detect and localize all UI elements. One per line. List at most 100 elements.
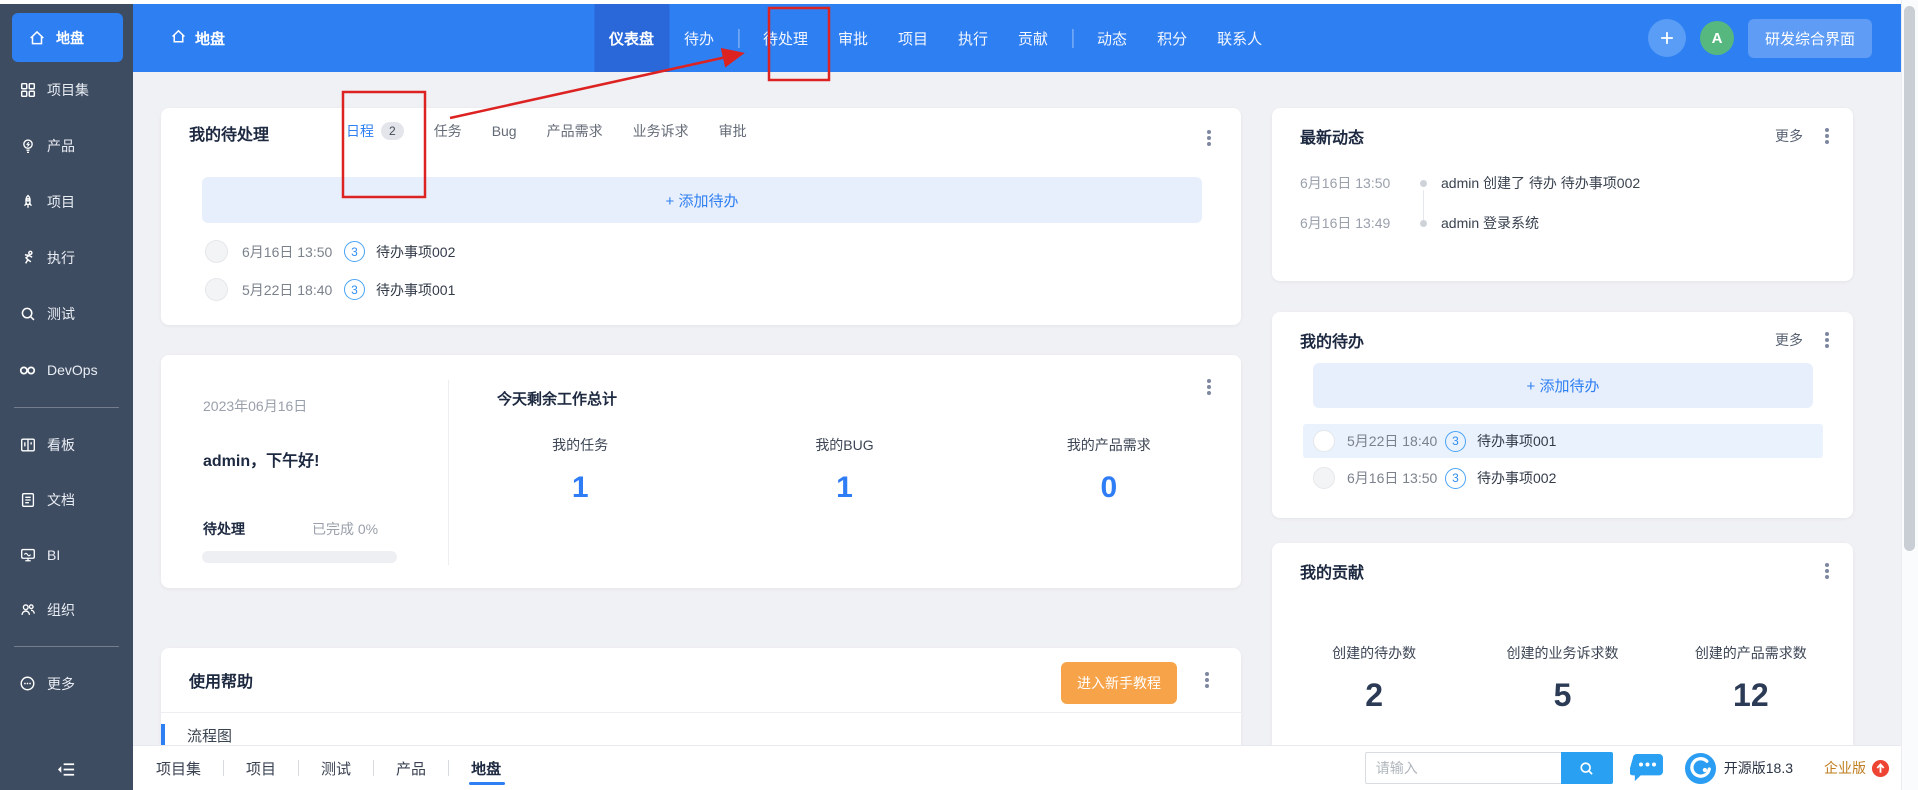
bi-monitor-icon xyxy=(18,545,37,564)
stat-value[interactable]: 0 xyxy=(977,471,1241,505)
sidebar-item-execution[interactable]: 执行 xyxy=(0,230,133,286)
avatar[interactable]: A xyxy=(1700,21,1734,55)
sidebar-item-org[interactable]: 组织 xyxy=(0,582,133,637)
card-menu-kebab-icon[interactable] xyxy=(1207,136,1211,140)
sidebar-item-label: 更多 xyxy=(47,674,75,694)
zentao-logo-icon[interactable] xyxy=(1684,752,1717,785)
tab-task[interactable]: 任务 xyxy=(434,121,462,141)
topnav-contacts[interactable]: 联系人 xyxy=(1202,4,1277,72)
sidebar-item-kanban[interactable]: 看板 xyxy=(0,417,133,472)
create-plus-button[interactable] xyxy=(1648,19,1686,57)
card-menu-kebab-icon[interactable] xyxy=(1205,678,1209,682)
topnav-approval[interactable]: 审批 xyxy=(823,4,883,72)
card-menu-kebab-icon[interactable] xyxy=(1207,385,1211,389)
bottom-tab-project[interactable]: 项目 xyxy=(242,747,280,790)
greeting-text: admin，下午好! xyxy=(203,447,319,471)
more-link[interactable]: 更多 xyxy=(1775,126,1803,146)
tab-bug[interactable]: Bug xyxy=(492,123,517,139)
sidebar-item-bi[interactable]: BI xyxy=(0,527,133,582)
sidebar-item-my-dashboard[interactable]: 地盘 xyxy=(12,13,123,62)
todo-title[interactable]: 待办事项002 xyxy=(376,242,455,262)
more-link[interactable]: 更多 xyxy=(1775,330,1803,350)
topnav-pending[interactable]: 待处理 xyxy=(748,4,823,72)
sidebar-item-more[interactable]: 更多 xyxy=(0,656,133,711)
todo-row[interactable]: 5月22日 18:40 3 待办事项001 xyxy=(1303,424,1823,458)
todo-checkbox[interactable] xyxy=(205,240,228,263)
sidebar: 地盘 项目集 产品 项目 执行 测试 xyxy=(0,4,133,790)
sidebar-collapse-icon[interactable] xyxy=(48,756,84,782)
work-summary-card: 2023年06月16日 admin，下午好! 待处理 已完成 0% 今天剩余工作… xyxy=(161,355,1241,588)
tab-schedule[interactable]: 日程 2 xyxy=(346,121,404,141)
page-scrollbar[interactable] xyxy=(1901,0,1918,790)
topnav-contribution[interactable]: 贡献 xyxy=(1003,4,1063,72)
todo-title[interactable]: 待办事项001 xyxy=(1477,431,1556,451)
bottom-tab-product[interactable]: 产品 xyxy=(392,747,430,790)
stat-value[interactable]: 1 xyxy=(448,471,712,505)
topnav-execution[interactable]: 执行 xyxy=(943,4,1003,72)
search-button[interactable] xyxy=(1561,752,1613,784)
add-todo-button[interactable]: + 添加待办 xyxy=(1313,363,1813,408)
breadcrumb-home[interactable]: 地盘 xyxy=(170,28,225,49)
card-menu-kebab-icon[interactable] xyxy=(1825,569,1829,573)
add-todo-button[interactable]: + 添加待办 xyxy=(202,177,1202,223)
card-header: 最新动态 更多 xyxy=(1300,124,1837,148)
sidebar-item-program[interactable]: 项目集 xyxy=(0,62,133,118)
tab-approval[interactable]: 审批 xyxy=(719,121,747,141)
workspace-switch-button[interactable]: 研发综合界面 xyxy=(1748,19,1872,58)
activity-time: 6月16日 13:49 xyxy=(1300,213,1404,233)
todo-priority-badge: 3 xyxy=(344,241,365,262)
card-menu-kebab-icon[interactable] xyxy=(1825,338,1829,342)
sidebar-item-devops[interactable]: DevOps xyxy=(0,342,133,398)
tutorial-button[interactable]: 进入新手教程 xyxy=(1061,662,1177,704)
todo-checkbox[interactable] xyxy=(1313,430,1335,452)
org-people-icon xyxy=(18,600,37,619)
sidebar-item-project[interactable]: 项目 xyxy=(0,174,133,230)
activity-text[interactable]: admin 登录系统 xyxy=(1441,213,1539,233)
card-header: 我的待办 更多 xyxy=(1300,328,1837,352)
tab-story[interactable]: 产品需求 xyxy=(547,121,603,141)
activity-text[interactable]: admin 创建了 待办 待办事项002 xyxy=(1441,173,1640,193)
sidebar-item-label: 测试 xyxy=(47,304,75,324)
bottom-tabs: 项目集 项目 测试 产品 地盘 xyxy=(152,747,505,790)
stat-value[interactable]: 12 xyxy=(1657,677,1845,714)
home-icon xyxy=(170,28,187,49)
todo-title[interactable]: 待办事项002 xyxy=(1477,468,1556,488)
topnav-dashboard[interactable]: 仪表盘 xyxy=(594,4,669,72)
card-menu-kebab-icon[interactable] xyxy=(1825,134,1829,138)
topnav-dynamic[interactable]: 动态 xyxy=(1082,4,1142,72)
topnav-points[interactable]: 积分 xyxy=(1142,4,1202,72)
todo-checkbox[interactable] xyxy=(1313,467,1335,489)
sidebar-item-label: 组织 xyxy=(47,600,75,620)
bottom-tab-my-dashboard[interactable]: 地盘 xyxy=(467,747,505,790)
todo-checkbox[interactable] xyxy=(205,278,228,301)
topnav-project[interactable]: 项目 xyxy=(883,4,943,72)
stat-label: 创建的业务诉求数 xyxy=(1468,643,1656,663)
more-ellipsis-icon xyxy=(18,674,37,693)
sidebar-item-doc[interactable]: 文档 xyxy=(0,472,133,527)
stat-created-todos: 创建的待办数 2 xyxy=(1280,643,1468,714)
search-input[interactable] xyxy=(1365,752,1561,784)
upgrade-arrow-icon[interactable] xyxy=(1871,759,1890,778)
tab-separator xyxy=(223,760,224,776)
project-rocket-icon xyxy=(18,193,37,212)
divider xyxy=(161,712,1241,713)
top-white-strip xyxy=(0,0,1918,4)
sidebar-item-qa[interactable]: 测试 xyxy=(0,286,133,342)
bottom-tab-qa[interactable]: 测试 xyxy=(317,747,355,790)
tab-requirement[interactable]: 业务诉求 xyxy=(633,121,689,141)
stat-value[interactable]: 1 xyxy=(712,471,976,505)
sidebar-item-product[interactable]: 产品 xyxy=(0,118,133,174)
enterprise-link[interactable]: 企业版 xyxy=(1824,758,1866,778)
tab-label: 日程 xyxy=(346,121,374,141)
topnav-todo[interactable]: 待办 xyxy=(669,4,729,72)
bottom-tab-program[interactable]: 项目集 xyxy=(152,747,205,790)
scrollbar-thumb[interactable] xyxy=(1904,6,1915,551)
stat-value[interactable]: 5 xyxy=(1468,677,1656,714)
todo-row[interactable]: 6月16日 13:50 3 待办事项002 xyxy=(1303,461,1823,495)
feedback-chat-icon[interactable] xyxy=(1630,753,1664,783)
home-icon xyxy=(27,28,46,47)
activity-item: 6月16日 13:49 admin 登录系统 xyxy=(1300,213,1539,233)
card-title: 我的待处理 xyxy=(189,121,269,145)
todo-title[interactable]: 待办事项001 xyxy=(376,280,455,300)
stat-value[interactable]: 2 xyxy=(1280,677,1468,714)
